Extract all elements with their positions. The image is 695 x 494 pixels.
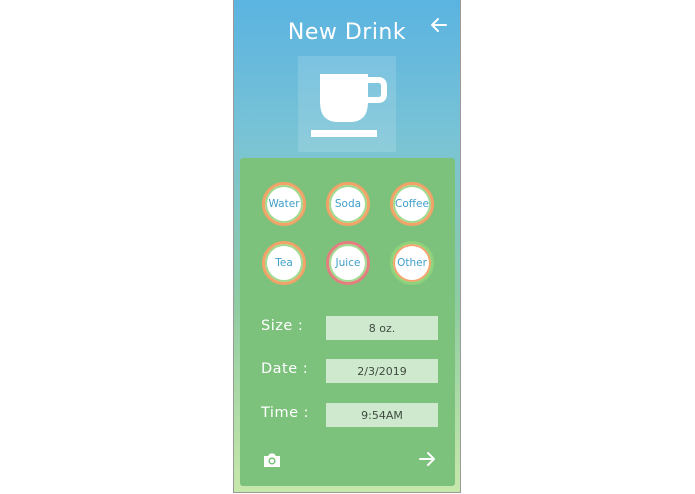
time-label: Time : (261, 405, 309, 421)
date-field[interactable]: 2/3/2019 (326, 359, 438, 383)
drink-option-juice[interactable]: Juice (326, 241, 370, 285)
arrow-right-icon (419, 452, 435, 466)
camera-icon (264, 453, 280, 467)
time-field[interactable]: 9:54AM (326, 403, 438, 427)
drink-form-panel: Water Soda Coffee Tea Juice Other Size :… (240, 158, 455, 486)
drink-option-soda[interactable]: Soda (326, 182, 370, 226)
drink-option-other[interactable]: Other (390, 241, 434, 285)
coffee-cup-icon (311, 74, 387, 137)
drink-option-coffee[interactable]: Coffee (390, 182, 434, 226)
next-button[interactable] (416, 448, 438, 470)
camera-button[interactable] (261, 449, 283, 471)
drink-type-image (298, 56, 396, 152)
arrow-left-icon (431, 18, 447, 32)
back-button[interactable] (428, 14, 450, 36)
drink-option-water[interactable]: Water (262, 182, 306, 226)
drink-option-label: Coffee (395, 198, 429, 210)
new-drink-screen: New Drink Water Soda Coffee Tea Juice Ot… (233, 0, 461, 493)
date-label: Date : (261, 361, 309, 377)
drink-option-label: Soda (334, 198, 362, 210)
size-field[interactable]: 8 oz. (326, 316, 438, 340)
drink-option-tea[interactable]: Tea (262, 241, 306, 285)
drink-option-label: Juice (335, 257, 361, 269)
page-title: New Drink (287, 20, 407, 45)
size-label: Size : (261, 318, 304, 334)
drink-option-label: Tea (275, 257, 293, 269)
drink-option-label: Water (268, 198, 300, 210)
drink-option-label: Other (397, 257, 427, 269)
